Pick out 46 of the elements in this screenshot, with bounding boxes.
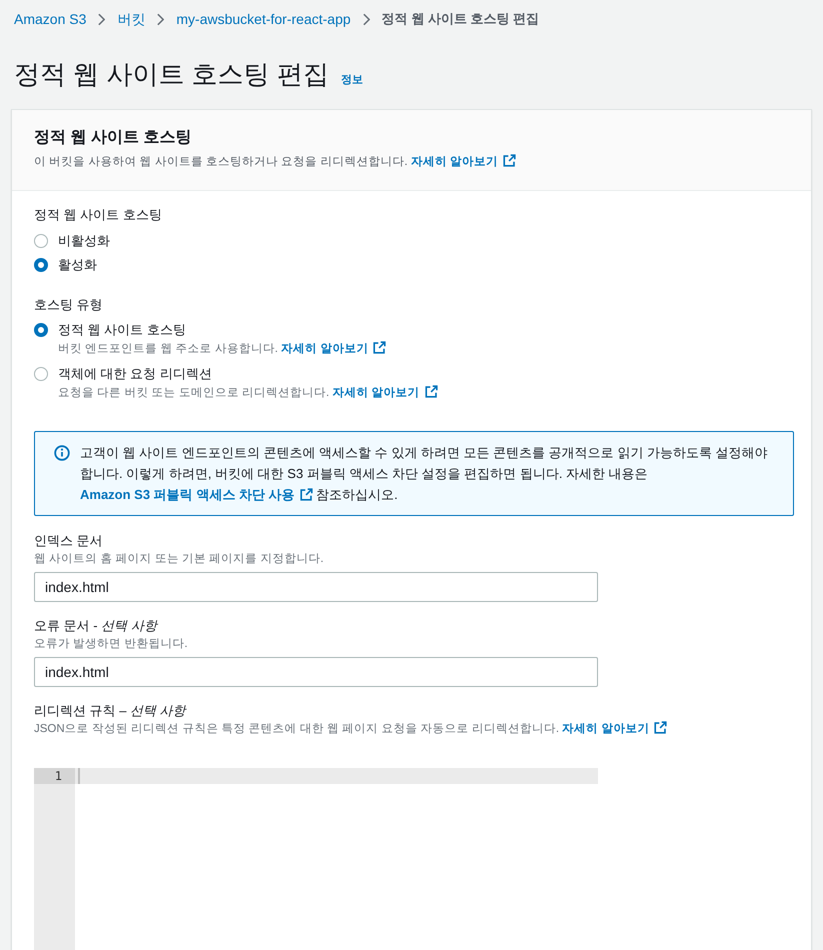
panel-description: 이 버킷을 사용하여 웹 사이트를 호스팅하거나 요청을 리디렉션합니다. 자세히 알아보기: [34, 153, 789, 171]
info-icon: [54, 445, 70, 461]
radio-label: 비활성화: [58, 232, 110, 250]
chevron-right-icon: [98, 12, 106, 26]
page-title: 정적 웹 사이트 호스팅 편집: [14, 58, 329, 91]
field-label: 인덱스 문서: [34, 532, 104, 550]
field-description: 오류가 발생하면 반환됩니다.: [34, 637, 189, 652]
breadcrumb-link[interactable]: Amazon S3: [14, 8, 86, 30]
external-link-icon: [424, 385, 438, 398]
field-label: 호스팅 유형: [34, 296, 104, 314]
external-link-icon: [654, 721, 668, 734]
chevron-right-icon: [157, 12, 164, 26]
external-link-icon: [373, 341, 386, 354]
radio-label: 활성화: [58, 256, 97, 274]
learn-more-link[interactable]: 자세히 알아보기: [332, 387, 438, 399]
breadcrumb-link[interactable]: my-awsbucket-for-react-app: [176, 8, 351, 30]
code-editor-field[interactable]: 1: [34, 768, 598, 950]
line-number: 1: [34, 768, 75, 784]
chevron-right-icon: [362, 12, 370, 26]
field-description: 웹 사이트의 홈 페이지 또는 기본 페이지를 지정합니다.: [34, 552, 325, 567]
field-label: 정적 웹 사이트 호스팅: [34, 206, 163, 224]
info-alert-text: 고객이 웹 사이트 엔드포인트의 콘텐츠에 액세스할 수 있게 하려면 모든 콘텐츠를 공개적으로 읽기 가능하도록 설정해야 합니다. 이렇게 하려면, 버킷에 대한 S3 퍼블릭 액세스 차단 설정을 편집하면 됩니다. 자세한 내용은 Amazon S3 퍼블릭 액세스 차단 사용 참조하십시오.: [80, 444, 769, 504]
info-link[interactable]: 정보: [340, 72, 363, 88]
breadcrumb-link[interactable]: 버킷: [117, 8, 146, 30]
field-label: 오류 문서 - 선택 사항: [34, 617, 160, 635]
radio-button[interactable]: [34, 258, 48, 272]
breadcrumb-current: 정적 웹 사이트 호스팅 편집: [382, 10, 540, 28]
option-description: 요청을 다른 버킷 또는 도메인으로 리디렉션합니다. 자세히 알아보기: [34, 385, 793, 401]
field-label: 리디렉션 규칙 – 선택 사항: [34, 702, 188, 720]
learn-more-link[interactable]: 자세히 알아보기: [410, 156, 516, 168]
learn-more-link[interactable]: 자세히 알아보기: [281, 343, 386, 355]
index-document-input[interactable]: index.html: [34, 572, 598, 602]
field-description: JSON으로 작성된 리디렉션 규칙은 특정 콘텐츠에 대한 웹 페이지 요청을 자동으로 리디렉션합니다. 자세히 알아보기: [34, 721, 793, 737]
panel-title: 정적 웹 사이트 호스팅: [34, 128, 192, 148]
error-document-input[interactable]: index.html: [34, 657, 598, 687]
block-public-access-link[interactable]: Amazon S3 퍼블릭 액세스 차단 사용: [80, 487, 313, 502]
radio-button[interactable]: [34, 367, 48, 381]
external-link-icon: [502, 154, 516, 167]
external-link-icon: [300, 488, 313, 501]
learn-more-link[interactable]: 자세히 알아보기: [562, 723, 668, 735]
option-description: 버킷 엔드포인트를 웹 주소로 사용합니다. 자세히 알아보기: [34, 341, 793, 357]
radio-button[interactable]: [34, 234, 48, 248]
radio-label: 객체에 대한 요청 리디렉션: [58, 365, 212, 384]
text-cursor-icon: [78, 768, 80, 784]
radio-label: 정적 웹 사이트 호스팅: [58, 321, 186, 340]
radio-button[interactable]: [34, 323, 48, 337]
